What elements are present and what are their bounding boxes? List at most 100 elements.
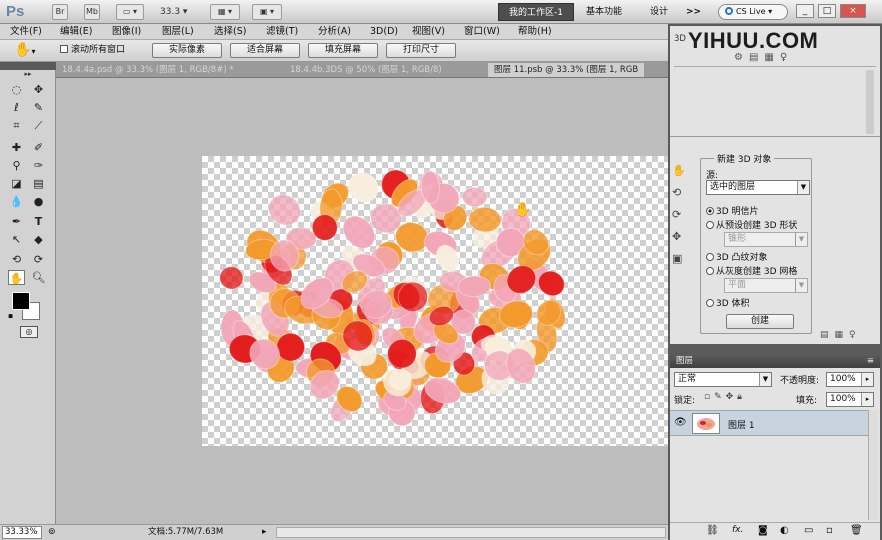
new-layer-icon[interactable]: ▫: [826, 525, 833, 536]
mask-icon[interactable]: ◙: [758, 525, 768, 536]
default-colors-icon[interactable]: ◾: [8, 312, 13, 320]
close-button[interactable]: ×: [840, 4, 866, 18]
history-brush-tool-icon[interactable]: ✑: [30, 158, 47, 173]
menu-analysis[interactable]: 分析(A): [318, 25, 351, 39]
pen-tool-icon[interactable]: ✒: [8, 214, 25, 229]
dodge-tool-icon[interactable]: ●: [30, 194, 47, 209]
shape-tool-icon[interactable]: ◆: [30, 232, 47, 247]
hand-tool-icon[interactable]: ✋: [8, 270, 25, 285]
option-preset-shape[interactable]: 从预设创建 3D 形状: [706, 218, 797, 231]
menu-help[interactable]: 帮助(H): [518, 25, 552, 39]
zoom-level-dropdown[interactable]: 33.3 ▾: [160, 4, 200, 20]
workspace-active[interactable]: 我的工作区-1: [498, 3, 574, 21]
mini-bridge-button[interactable]: Mb: [84, 4, 100, 20]
lasso-tool-icon[interactable]: ℓ: [8, 100, 25, 115]
crop-tool-icon[interactable]: ⌗: [8, 118, 25, 133]
trash-icon[interactable]: 🗑︎: [850, 525, 863, 536]
link-icon[interactable]: ⛓: [706, 525, 719, 536]
blur-tool-icon[interactable]: 💧: [8, 194, 25, 209]
panel-splitter[interactable]: [670, 136, 880, 146]
3d-rotate-tool-icon[interactable]: ⟲: [8, 252, 25, 267]
options-bar: ✋▾ 滚动所有窗口 实际像素 适合屏幕 填充屏幕 打印尺寸: [0, 40, 668, 62]
doc-tab-3[interactable]: 图层 11.psb @ 33.3% (图层 1, RGB: [488, 63, 645, 77]
document-canvas[interactable]: [202, 156, 668, 446]
quick-mask-icon[interactable]: ◎: [20, 326, 38, 338]
quick-select-tool-icon[interactable]: ✎: [30, 100, 47, 115]
fill-field[interactable]: 100% ▸: [826, 392, 874, 407]
clone-stamp-tool-icon[interactable]: ⚲: [8, 158, 25, 173]
collapse-icon[interactable]: ▸▸: [4, 70, 52, 78]
status-info-icon[interactable]: ⊚: [48, 525, 56, 539]
menu-edit[interactable]: 编辑(E): [60, 25, 92, 39]
menu-select[interactable]: 选择(S): [214, 25, 246, 39]
panel-menu-icon[interactable]: ≡: [867, 354, 874, 368]
fx-icon[interactable]: fx.: [732, 525, 743, 535]
horizontal-scrollbar[interactable]: [276, 527, 666, 538]
source-select[interactable]: 选中的图层 ▼: [706, 180, 810, 195]
document-workspace[interactable]: ✋: [56, 78, 668, 524]
adjustment-icon[interactable]: ◐: [780, 525, 789, 536]
gradient-tool-icon[interactable]: ▤: [30, 176, 47, 191]
blend-mode-select[interactable]: 正常 ▼: [674, 372, 772, 387]
workspace-more[interactable]: >>: [686, 3, 701, 21]
screen-mode-dropdown[interactable]: ▣ ▾: [252, 4, 282, 20]
zoom-tool-icon[interactable]: 🔍︎: [30, 270, 47, 285]
doc-tab-2[interactable]: 18.4.4b.3DS @ 50% (图层 1, RGB/8): [284, 63, 448, 77]
status-menu-arrow-icon[interactable]: ▸: [262, 525, 267, 539]
3d-panel-filter-icons[interactable]: ⚙▤▦♀: [734, 52, 793, 63]
zoom-percent-field[interactable]: 33.33%: [2, 526, 42, 539]
layer-row[interactable]: 👁︎ 图层 1: [670, 410, 868, 436]
menu-window[interactable]: 窗口(W): [464, 25, 500, 39]
option-repousse[interactable]: 3D 凸纹对象: [706, 250, 768, 263]
restore-button[interactable]: □: [818, 4, 836, 18]
3d-side-tools[interactable]: ✋ ⟲ ⟳ ✥ ▣: [672, 160, 690, 270]
actual-pixels-button[interactable]: 实际像素: [152, 43, 222, 58]
move-tool-icon[interactable]: ✥: [30, 82, 47, 97]
option-3d-postcard[interactable]: 3D 明信片: [706, 204, 759, 217]
3d-panel-scrollbar[interactable]: [866, 70, 874, 134]
workspace-design[interactable]: 设计: [650, 3, 668, 21]
workspace-essentials[interactable]: 基本功能: [586, 3, 622, 21]
visibility-eye-icon[interactable]: 👁︎: [674, 417, 687, 428]
minimize-button[interactable]: _: [796, 4, 814, 18]
checkbox-icon: [60, 45, 68, 53]
path-select-tool-icon[interactable]: ↖: [8, 232, 25, 247]
view-extras-dropdown[interactable]: ▭ ▾: [116, 4, 144, 20]
3d-orbit-tool-icon[interactable]: ⟳: [30, 252, 47, 267]
menu-filter[interactable]: 滤镜(T): [266, 25, 298, 39]
eyedropper-tool-icon[interactable]: ⟋: [30, 118, 47, 133]
cs-live-button[interactable]: CS Live ▾: [718, 4, 788, 20]
preset-shape-select[interactable]: 锥形 ▼: [724, 232, 808, 247]
menu-3d[interactable]: 3D(D): [370, 25, 398, 39]
arrange-documents-dropdown[interactable]: ▦ ▾: [210, 4, 240, 20]
scroll-all-windows-checkbox[interactable]: 滚动所有窗口: [60, 44, 125, 57]
opacity-value: 100%: [830, 374, 856, 384]
brush-tool-icon[interactable]: ✐: [30, 140, 47, 155]
print-size-button[interactable]: 打印尺寸: [386, 43, 456, 58]
type-tool-icon[interactable]: T: [30, 214, 47, 229]
option-volume[interactable]: 3D 体积: [706, 296, 750, 309]
fill-screen-button[interactable]: 填充屏幕: [308, 43, 378, 58]
menu-file[interactable]: 文件(F): [10, 25, 42, 39]
doc-tab-1[interactable]: 18.4.4a.psd @ 33.3% (图层 1, RGB/8#) *: [56, 63, 240, 77]
bridge-button[interactable]: Br: [52, 4, 68, 20]
marquee-tool-icon[interactable]: ◌: [8, 82, 25, 97]
create-button[interactable]: 创建: [726, 314, 794, 329]
menu-image[interactable]: 图像(I): [112, 25, 141, 39]
menu-layer[interactable]: 图层(L): [162, 25, 194, 39]
mesh-type-select[interactable]: 平面 ▼: [724, 278, 808, 293]
fill-label: 填充:: [796, 396, 818, 406]
lock-label: 锁定:: [674, 396, 696, 406]
layers-scrollbar[interactable]: [868, 410, 878, 520]
healing-tool-icon[interactable]: ✚: [8, 140, 25, 155]
opacity-field[interactable]: 100% ▸: [826, 372, 874, 387]
eraser-tool-icon[interactable]: ◪: [8, 176, 25, 191]
option-grayscale-mesh[interactable]: 从灰度创建 3D 网格: [706, 264, 797, 277]
menu-view[interactable]: 视图(V): [412, 25, 445, 39]
lock-options-icons[interactable]: ▫✎✥🔒︎: [704, 392, 746, 402]
hand-tool-preset-icon[interactable]: ✋▾: [14, 42, 35, 58]
3d-panel-footer-icons[interactable]: ▤▦♀: [820, 330, 862, 340]
fit-screen-button[interactable]: 适合屏幕: [230, 43, 300, 58]
3d-panel-create: ✋ ⟲ ⟳ ✥ ▣ 新建 3D 对象 源: 选中的图层 ▼ 3D 明信片 从预设创建 3D…: [670, 146, 880, 344]
group-icon[interactable]: ▭: [804, 525, 813, 536]
